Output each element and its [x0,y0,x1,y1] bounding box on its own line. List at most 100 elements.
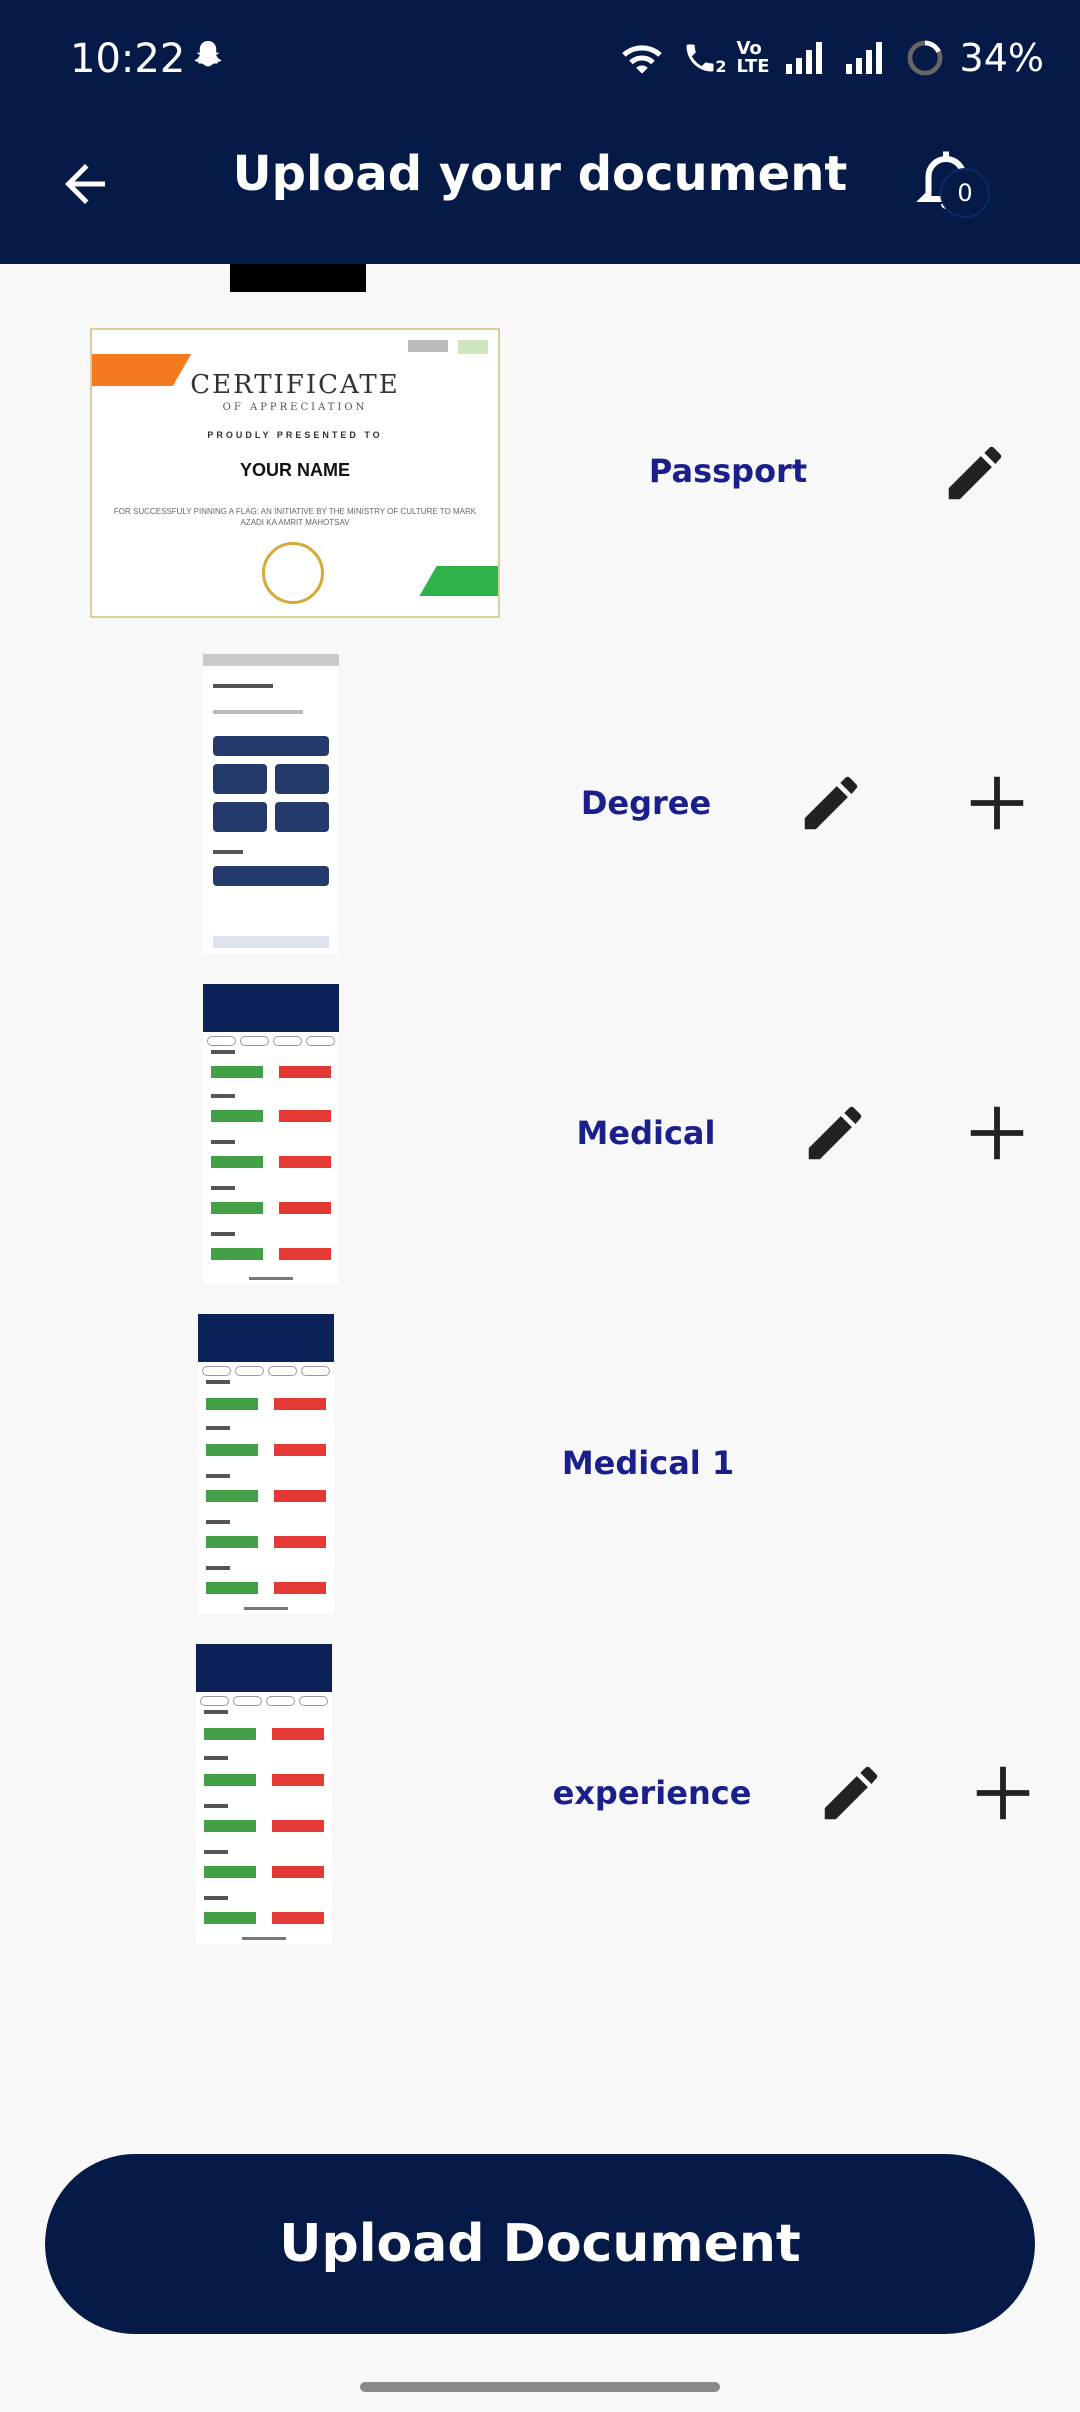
mini-text [204,1756,228,1760]
upload-document-button[interactable]: Upload Document [45,2154,1035,2334]
mini-cancel [274,1536,326,1548]
document-label: Passport [648,452,808,490]
document-label: experience [552,1774,752,1812]
mini-statusbar [203,654,339,666]
mini-text [213,684,273,688]
signal-icon-2 [845,42,890,74]
mini-accept [211,1202,263,1214]
status-bar: 10:22 2 Vo LTE 34% [0,0,1080,96]
mini-cancel [279,1156,331,1168]
mini-cancel [279,1066,331,1078]
app-bar: Upload your document [0,96,1080,264]
mini-accept [211,1248,263,1260]
battery-percent: 34% [959,36,1044,80]
mini-cancel [272,1912,324,1924]
call-icon: 2 [680,40,726,76]
mini-cancel [279,1248,331,1260]
gesture-home-bar[interactable] [360,2382,720,2392]
mini-accept [206,1490,258,1502]
mini-text [211,1050,235,1054]
mini-cancel [274,1398,326,1410]
mini-text [211,1140,235,1144]
certificate-subtitle: OF APPRECIATION [222,402,368,413]
mini-accept [211,1156,263,1168]
document-row-medical-1: Medical 1 [0,1310,1080,1630]
mini-accept [204,1728,256,1740]
mini-cancel [272,1728,324,1740]
ministry-logo [408,340,448,352]
emblem-icon [262,542,324,604]
mini-header [203,984,339,1032]
mini-accept [204,1912,256,1924]
status-time: 10:22 [70,36,186,82]
mini-chips [200,1696,328,1706]
mini-home-bar [244,1607,288,1610]
mini-text [204,1710,228,1714]
sim-number: 2 [715,57,727,76]
mini-text [213,850,243,854]
mini-cancel [274,1444,326,1456]
certificate-presented: PROUDLY PRESENTED TO [207,430,383,440]
document-thumbnail[interactable] [196,1644,332,1944]
mini-home-bar [242,1937,286,1940]
mini-text [206,1426,230,1430]
notification-badge: 0 [942,170,988,216]
mini-text [206,1474,230,1478]
mini-cancel [279,1202,331,1214]
mini-card [213,802,267,832]
add-plus-icon[interactable] [962,768,1032,838]
ghost-icon [190,38,226,79]
mini-text [206,1380,230,1384]
mini-cancel [274,1490,326,1502]
document-row-degree: Degree [0,650,1080,970]
signal-icon [785,42,830,74]
document-label: Medical 1 [561,1444,735,1482]
mini-card [213,764,267,794]
certificate-thumbnail[interactable]: CERTIFICATE OF APPRECIATION PROUDLY PRES… [90,328,500,618]
document-label: Degree [580,784,712,822]
add-plus-icon[interactable] [968,1758,1038,1828]
mini-cancel [279,1110,331,1122]
edit-pencil-icon[interactable] [800,1098,870,1168]
document-thumbnail[interactable] [198,1314,334,1614]
mini-button [213,736,329,756]
redacted-block [230,264,366,292]
certificate-body: FOR SUCCESSFULY PINNING A FLAG: AN INITI… [113,507,477,527]
document-thumbnail[interactable] [203,654,339,954]
mini-cancel [272,1774,324,1786]
mini-accept [206,1582,258,1594]
mini-button [213,866,329,886]
edit-pencil-icon[interactable] [940,438,1010,508]
mini-card [275,802,329,832]
mini-accept [206,1536,258,1548]
battery-icon [906,39,944,77]
document-thumbnail[interactable] [203,984,339,1284]
edit-pencil-icon[interactable] [816,1758,886,1828]
document-row-experience: experience [0,1640,1080,1960]
certificate-name: YOUR NAME [239,460,350,480]
mini-cancel [272,1820,324,1832]
mini-accept [204,1820,256,1832]
mini-cancel [274,1582,326,1594]
mini-tabbar [213,936,329,948]
wifi-icon [620,40,664,76]
mini-search [213,710,303,714]
mini-text [204,1896,228,1900]
mini-text [206,1520,230,1524]
mini-cancel [272,1866,324,1878]
mini-text [211,1186,235,1190]
add-plus-icon[interactable] [962,1098,1032,1168]
mini-chips [207,1036,335,1046]
mini-accept [204,1866,256,1878]
green-ribbon [419,566,498,596]
mini-accept [211,1066,263,1078]
edit-pencil-icon[interactable] [796,768,866,838]
certificate-title: CERTIFICATE [190,370,400,400]
mini-text [204,1804,228,1808]
document-row-passport: CERTIFICATE OF APPRECIATION PROUDLY PRES… [0,320,1080,640]
mini-text [206,1566,230,1570]
mini-accept [206,1444,258,1456]
volte-label: Vo LTE [736,38,770,77]
mini-text [211,1232,235,1236]
mini-text [204,1850,228,1854]
